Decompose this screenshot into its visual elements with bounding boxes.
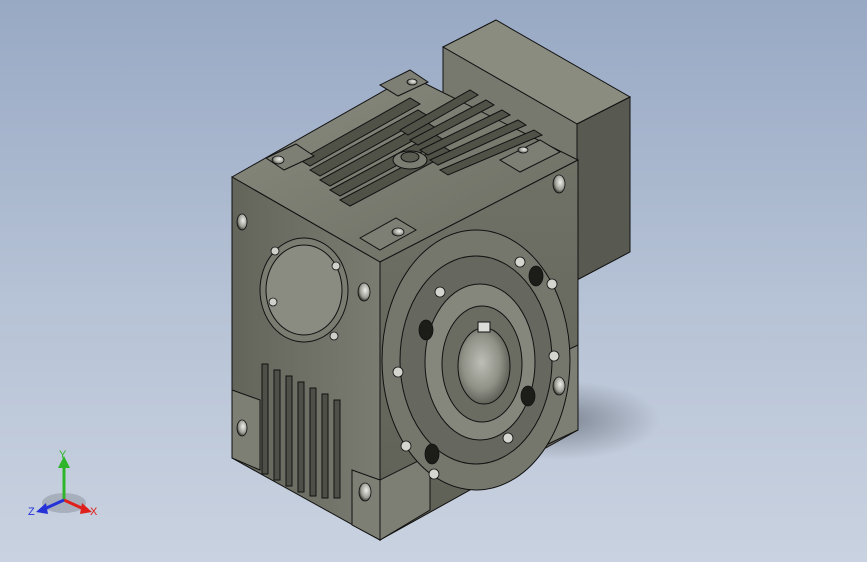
output-flange: [381, 229, 571, 491]
x-axis-label: X: [90, 506, 98, 518]
cad-viewport[interactable]: Y X Z: [0, 0, 867, 562]
orientation-triad[interactable]: Y X Z: [28, 449, 98, 518]
gearbox-model[interactable]: Y X Z: [0, 0, 867, 562]
y-axis-label: Y: [59, 449, 67, 461]
oil-plug: [392, 150, 428, 170]
z-axis-arrow-icon: [36, 503, 48, 514]
z-axis-label: Z: [28, 506, 35, 518]
